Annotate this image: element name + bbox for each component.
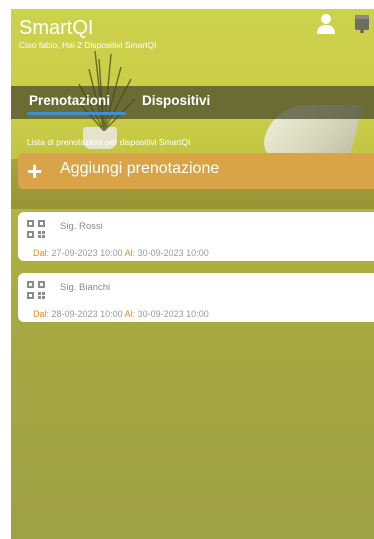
booking-name: Sig. Bianchi (60, 282, 111, 293)
from-label: Dal: (33, 248, 50, 258)
to-date: 30-09-2023 10:00 (137, 309, 209, 319)
booking-card[interactable]: Sig. Bianchi Dal: 28-09-2023 10:00 Al: 3… (18, 273, 374, 322)
from-date: 27-09-2023 10:00 (51, 248, 123, 258)
plus-icon: + (27, 156, 43, 186)
booking-dates: Dal: 28-09-2023 10:00 Al: 30-09-2023 10:… (33, 309, 209, 319)
from-date: 28-09-2023 10:00 (51, 309, 123, 319)
add-booking-button[interactable]: + Aggiungi prenotazione (18, 153, 374, 189)
qr-code-icon (27, 281, 45, 299)
booking-dates: Dal: 27-09-2023 10:00 Al: 30-09-2023 10:… (33, 248, 209, 258)
active-tab-indicator (27, 112, 126, 115)
list-caption: Lista di prenotazioni per dispositivi Sm… (27, 137, 191, 147)
tab-dispositivi[interactable]: Dispositivi (142, 93, 210, 108)
app-screen: SmartQI Ciao fabio, Hai 2 Dispositivi Sm… (11, 9, 374, 539)
qr-code-icon (27, 220, 45, 238)
add-booking-label: Aggiungi prenotazione (60, 160, 220, 177)
to-date: 30-09-2023 10:00 (137, 248, 209, 258)
tab-prenotazioni[interactable]: Prenotazioni (29, 93, 110, 108)
to-label: Al: (124, 248, 136, 258)
booking-name: Sig. Rossi (60, 221, 103, 232)
from-label: Dal: (33, 309, 50, 319)
user-icon[interactable] (316, 13, 336, 35)
greeting-text: Ciao fabio, Hai 2 Dispositivi SmartQI (19, 40, 157, 50)
to-label: Al: (124, 309, 136, 319)
booking-card[interactable]: Sig. Rossi Dal: 27-09-2023 10:00 Al: 30-… (18, 212, 374, 261)
device-icon[interactable] (354, 13, 370, 35)
